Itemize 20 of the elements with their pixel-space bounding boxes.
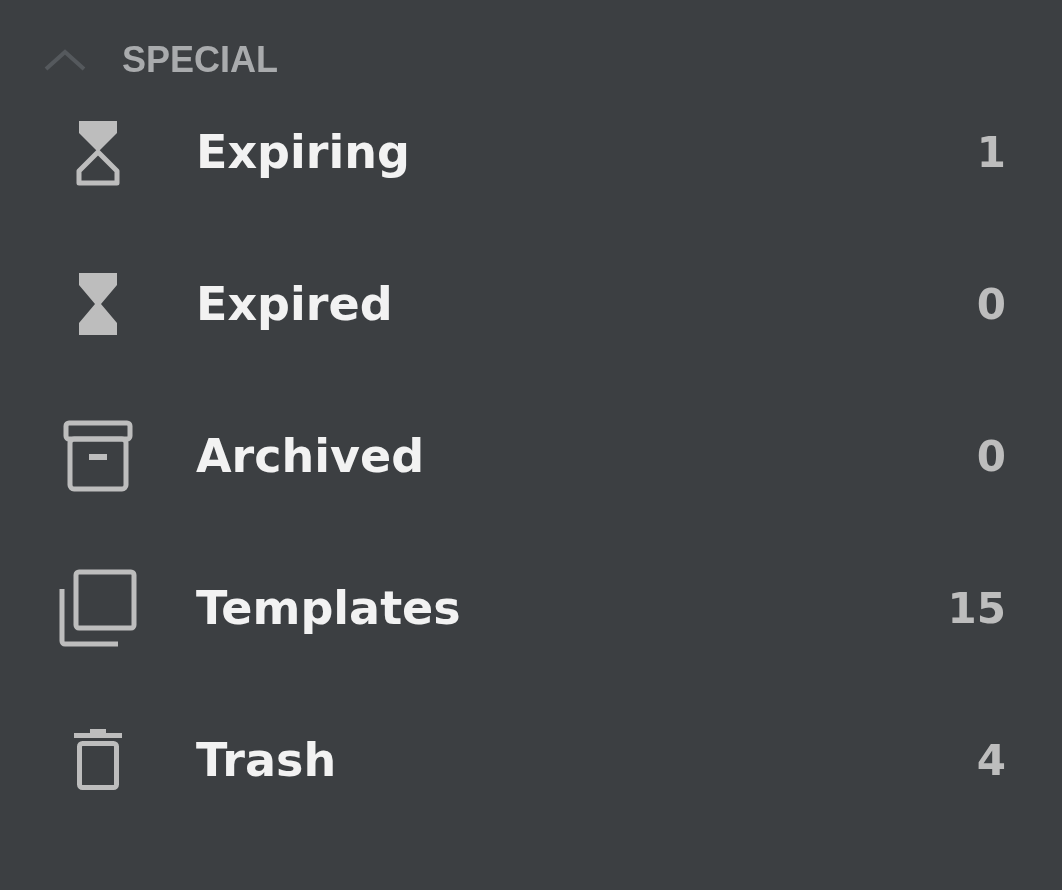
sidebar-item[interactable]: Archived 0 — [0, 380, 1062, 532]
item-label: Expiring — [196, 125, 411, 179]
item-count: 0 — [976, 279, 1006, 329]
item-label: Archived — [196, 429, 426, 483]
stacked-squares-icon — [58, 569, 138, 647]
collapse-chevron-icon[interactable] — [44, 49, 86, 71]
item-label: Templates — [196, 581, 462, 635]
sidebar-item[interactable]: Templates 15 — [0, 532, 1062, 684]
item-count: 15 — [947, 583, 1006, 633]
hourglass-icon — [76, 118, 120, 186]
hourglass-icon — [76, 270, 120, 338]
archive-box-icon — [63, 420, 133, 492]
item-count: 1 — [976, 127, 1006, 177]
sidebar-item[interactable]: Expired 0 — [0, 228, 1062, 380]
item-count: 0 — [976, 431, 1006, 481]
item-label: Trash — [196, 733, 338, 787]
sidebar-item[interactable]: Trash 4 — [0, 684, 1062, 836]
trash-icon — [72, 729, 124, 791]
item-count: 4 — [976, 735, 1006, 785]
item-label: Expired — [196, 277, 394, 331]
